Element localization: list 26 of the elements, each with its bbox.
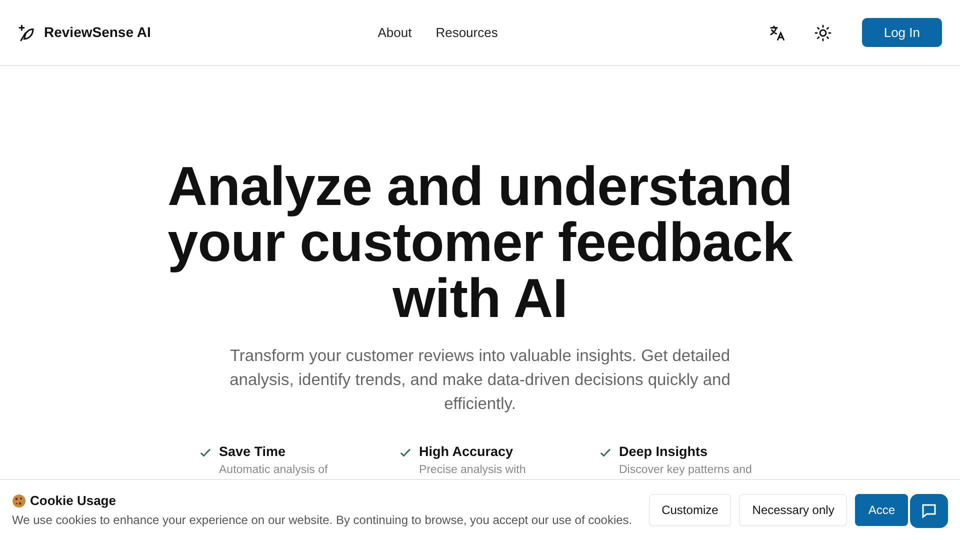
hero-heading: Analyze and understand your customer feedback with AI xyxy=(166,158,794,326)
chat-icon xyxy=(920,502,938,520)
feather-icon xyxy=(18,24,36,42)
cookie-title: Cookie Usage xyxy=(30,492,116,510)
check-icon xyxy=(200,447,211,458)
nav-link[interactable]: About xyxy=(378,22,412,42)
check-icon xyxy=(600,447,611,458)
feature-description: Discover key patterns and xyxy=(619,463,752,478)
cookie-button[interactable]: Customize xyxy=(648,494,732,526)
chat-button[interactable] xyxy=(910,494,948,528)
cookie-text: We use cookies to enhance your experience on our website. By continuing to browse, you accept our use of cookies. xyxy=(12,512,632,529)
cookie-icon xyxy=(12,494,26,508)
sun-icon[interactable] xyxy=(814,24,832,42)
cookie-button[interactable]: Necessary only xyxy=(739,494,848,526)
accept-button[interactable]: Acce xyxy=(855,494,908,526)
login-button[interactable]: Log In xyxy=(862,18,942,48)
feature-title: Deep Insights xyxy=(619,443,709,461)
feature-description: Precise analysis with xyxy=(419,463,526,478)
check-icon xyxy=(400,447,411,458)
feature-title: High Accuracy xyxy=(419,443,514,461)
nav-link[interactable]: Resources xyxy=(436,22,498,42)
feature-title: Save Time xyxy=(219,443,287,461)
feature-description: Automatic analysis of xyxy=(219,463,328,478)
hero-subtitle: Transform your customer reviews into valuable insights. Get detailed analysis, identify trends, and make data-driven decisions quickly and efficiently. xyxy=(228,346,732,415)
translate-icon[interactable] xyxy=(768,24,786,42)
brand-name[interactable]: ReviewSense AI xyxy=(44,22,151,43)
